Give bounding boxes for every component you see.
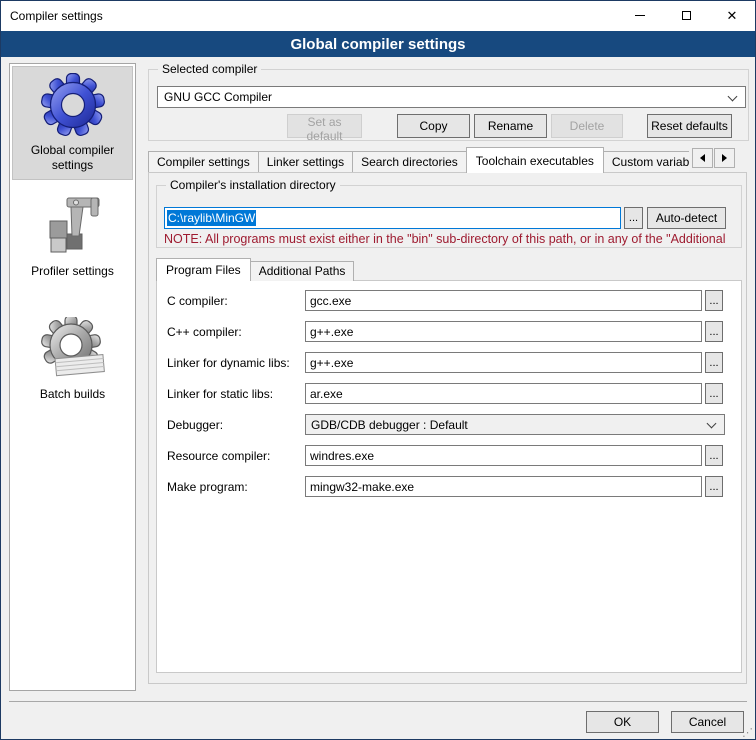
tab-toolchain-executables[interactable]: Toolchain executables — [466, 147, 604, 173]
browse-button[interactable]: ... — [705, 321, 723, 342]
static-linker-input[interactable] — [305, 383, 702, 404]
settings-tab-strip: Compiler settings Linker settings Search… — [148, 147, 689, 173]
cancel-button[interactable]: Cancel — [671, 711, 744, 733]
sidebar-item-label: Batch builds — [40, 387, 105, 402]
sidebar-item-global-compiler-settings[interactable]: Global compiler settings — [12, 66, 133, 180]
maximize-button[interactable] — [663, 1, 709, 30]
compiler-select-value: GNU GCC Compiler — [164, 90, 272, 104]
browse-button[interactable]: ... — [705, 383, 723, 404]
tab-scroll-left-button[interactable] — [692, 148, 713, 168]
compiler-settings-dialog: Compiler settings ✕ Global compiler sett… — [0, 0, 756, 740]
field-row-dynamic-linker: Linker for dynamic libs: ... — [167, 352, 723, 373]
field-row-c-compiler: C compiler: ... — [167, 290, 723, 311]
field-label: Resource compiler: — [167, 449, 305, 463]
field-row-cpp-compiler: C++ compiler: ... — [167, 321, 723, 342]
delete-button[interactable]: Delete — [551, 114, 623, 138]
title-bar: Compiler settings ✕ — [1, 1, 755, 31]
gray-gear-papers-icon — [41, 317, 105, 381]
subtab-program-files[interactable]: Program Files — [156, 258, 251, 281]
left-arrow-icon — [700, 154, 705, 162]
field-label: Linker for static libs: — [167, 387, 305, 401]
browse-directory-button[interactable]: ... — [624, 207, 643, 229]
sidebar-item-profiler-settings[interactable]: Profiler settings — [12, 188, 133, 285]
cpp-compiler-input[interactable] — [305, 321, 702, 342]
sidebar-item-batch-builds[interactable]: Batch builds — [12, 311, 133, 408]
minimize-icon — [635, 15, 645, 16]
field-row-debugger: Debugger: GDB/CDB debugger : Default — [167, 414, 723, 435]
dynamic-linker-input[interactable] — [305, 352, 702, 373]
resource-compiler-input[interactable] — [305, 445, 702, 466]
minimize-button[interactable] — [617, 1, 663, 30]
blue-gear-icon — [41, 73, 105, 137]
chevron-down-icon — [728, 92, 738, 102]
program-files-page: C compiler: ... C++ compiler: ... Linker… — [156, 280, 742, 673]
group-legend: Compiler's installation directory — [166, 178, 340, 192]
ok-button[interactable]: OK — [586, 711, 659, 733]
field-row-make-program: Make program: ... — [167, 476, 723, 497]
selected-path-text: C:\raylib\MinGW — [167, 210, 256, 226]
page-title: Global compiler settings — [290, 36, 465, 53]
field-label: Debugger: — [167, 418, 305, 432]
sidebar-item-label: Global compiler settings — [15, 143, 130, 173]
subtab-additional-paths[interactable]: Additional Paths — [250, 261, 355, 281]
field-row-resource-compiler: Resource compiler: ... — [167, 445, 723, 466]
settings-category-list: Global compiler settings Profiler settin… — [9, 63, 136, 691]
reset-defaults-button[interactable]: Reset defaults — [647, 114, 732, 138]
sidebar-item-label: Profiler settings — [31, 264, 114, 279]
chevron-down-icon — [707, 419, 717, 429]
copy-button[interactable]: Copy — [397, 114, 470, 138]
tab-custom-variables[interactable]: Custom variables — [603, 151, 689, 173]
browse-button[interactable]: ... — [705, 290, 723, 311]
caliper-blocks-icon — [41, 194, 105, 258]
tab-compiler-settings[interactable]: Compiler settings — [148, 151, 259, 173]
auto-detect-button[interactable]: Auto-detect — [647, 207, 726, 229]
maximize-icon — [682, 11, 691, 20]
field-row-static-linker: Linker for static libs: ... — [167, 383, 723, 404]
window-title: Compiler settings — [10, 9, 103, 23]
debugger-select-value: GDB/CDB debugger : Default — [311, 418, 468, 432]
field-label: Make program: — [167, 480, 305, 494]
field-label: Linker for dynamic libs: — [167, 356, 305, 370]
executables-subtab-strip: Program Files Additional Paths — [156, 258, 353, 281]
group-legend: Selected compiler — [158, 62, 261, 76]
set-as-default-button[interactable]: Set as default — [287, 114, 362, 138]
footer-divider — [9, 701, 747, 702]
bin-subdirectory-note: NOTE: All programs must exist either in … — [164, 232, 739, 246]
field-label: C compiler: — [167, 294, 305, 308]
field-label: C++ compiler: — [167, 325, 305, 339]
tab-search-directories[interactable]: Search directories — [352, 151, 467, 173]
tab-scroll-right-button[interactable] — [714, 148, 735, 168]
rename-button[interactable]: Rename — [474, 114, 547, 138]
tab-linker-settings[interactable]: Linker settings — [258, 151, 353, 173]
browse-button[interactable]: ... — [705, 445, 723, 466]
right-arrow-icon — [722, 154, 727, 162]
dialog-header: Global compiler settings — [1, 31, 755, 57]
resize-grip[interactable]: ⋰ — [742, 726, 753, 739]
browse-button[interactable]: ... — [705, 352, 723, 373]
close-button[interactable]: ✕ — [709, 1, 755, 30]
c-compiler-input[interactable] — [305, 290, 702, 311]
selected-compiler-group: Selected compiler GNU GCC Compiler Set a… — [148, 69, 749, 141]
browse-button[interactable]: ... — [705, 476, 723, 497]
close-icon: ✕ — [727, 9, 738, 22]
installation-directory-group: Compiler's installation directory C:\ray… — [156, 185, 742, 248]
make-program-input[interactable] — [305, 476, 702, 497]
installation-directory-input[interactable]: C:\raylib\MinGW — [164, 207, 621, 229]
debugger-select[interactable]: GDB/CDB debugger : Default — [305, 414, 725, 435]
compiler-select[interactable]: GNU GCC Compiler — [157, 86, 746, 108]
